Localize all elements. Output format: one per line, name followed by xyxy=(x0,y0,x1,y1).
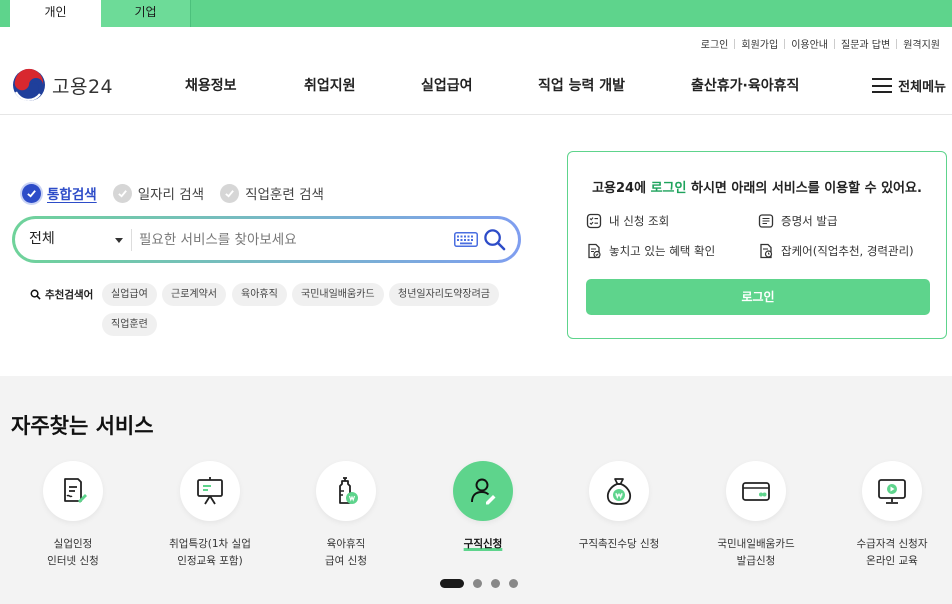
frequent-services-section: 자주찾는 서비스 실업인정 인터넷 신청 취업특강(1차 실업 인정교육 포함) xyxy=(0,376,952,604)
checklist-icon xyxy=(586,213,602,229)
feature-label: 잡케어(직업추천, 경력관리) xyxy=(781,244,914,258)
nav-parental-leave[interactable]: 출산휴가·육아휴직 xyxy=(691,75,799,95)
divider xyxy=(131,229,132,251)
signup-link[interactable]: 회원가입 xyxy=(735,36,784,51)
document-pen-icon xyxy=(64,478,87,503)
service-item[interactable]: 취업특강(1차 실업 인정교육 포함) xyxy=(140,461,280,570)
login-card: 고용24에 로그인 하시면 아래의 서비스를 이용할 수 있어요. 내 신청 조… xyxy=(567,151,947,339)
document-clock-icon xyxy=(760,243,773,259)
hamburger-icon xyxy=(872,78,893,93)
document-check-icon xyxy=(588,243,601,259)
page-dot-active[interactable] xyxy=(440,579,464,588)
check-on-icon xyxy=(22,183,41,203)
scope-training[interactable]: 직업훈련 검색 xyxy=(220,183,324,203)
search-box-inner: 전체 xyxy=(15,219,518,260)
login-link[interactable]: 로그인 xyxy=(695,36,735,51)
card-icon xyxy=(742,482,770,501)
page-dot[interactable] xyxy=(473,579,482,588)
qna-link[interactable]: 질문과 답변 xyxy=(835,36,896,51)
service-icon-circle xyxy=(43,461,103,521)
service-label: 수급자격 신청자 온라인 교육 xyxy=(856,538,928,567)
check-off-icon xyxy=(112,183,132,203)
presentation-board-icon xyxy=(197,477,223,505)
feature-label: 증명서 발급 xyxy=(781,214,838,228)
service-item-active[interactable]: 구직신청 xyxy=(413,461,553,553)
tab-business[interactable]: 기업 xyxy=(101,0,191,27)
service-icon-circle xyxy=(180,461,240,521)
baby-bottle-icon xyxy=(339,477,358,504)
feature-jobcare: 잡케어(직업추천, 경력관리) xyxy=(758,243,914,259)
service-label: 취업특강(1차 실업 인정교육 포함) xyxy=(169,538,251,567)
carousel-pagination xyxy=(440,579,527,588)
all-menu-button[interactable]: 전체메뉴 xyxy=(872,76,946,95)
header-divider xyxy=(0,114,952,115)
scope-integrated[interactable]: 통합검색 xyxy=(22,183,97,203)
search-box: 전체 xyxy=(12,216,521,263)
keyword-chip[interactable]: 직업훈련 xyxy=(102,313,157,336)
service-item[interactable]: 육아휴직 급여 신청 xyxy=(276,461,416,570)
scope-integrated-label: 통합검색 xyxy=(47,187,97,203)
login-card-title: 고용24에 로그인 하시면 아래의 서비스를 이용할 수 있어요. xyxy=(568,177,946,196)
keyword-chip[interactable]: 근로계약서 xyxy=(162,283,226,306)
guide-link[interactable]: 이용안내 xyxy=(785,36,834,51)
money-bag-icon xyxy=(606,478,632,505)
service-item[interactable]: 국민내일배움카드 발급신청 xyxy=(686,461,826,570)
feature-missed-benefits: 놓치고 있는 혜택 확인 xyxy=(586,243,715,259)
nav-employment-support[interactable]: 취업지원 xyxy=(304,75,356,95)
all-menu-label: 전체메뉴 xyxy=(898,80,946,95)
person-pen-icon xyxy=(471,478,496,505)
service-icon-circle xyxy=(453,461,513,521)
scope-training-label: 직업훈련 검색 xyxy=(245,187,324,203)
check-off-icon xyxy=(220,183,240,203)
service-label: 구직신청 xyxy=(463,538,503,550)
keyword-chip[interactable]: 육아휴직 xyxy=(232,283,287,306)
main-nav: 채용정보 취업지원 실업급여 직업 능력 개발 출산휴가·육아휴직 xyxy=(0,75,952,95)
service-item[interactable]: 구직촉진수당 신청 xyxy=(549,461,689,553)
feature-label: 놓치고 있는 혜택 확인 xyxy=(609,244,716,258)
keyword-chip[interactable]: 실업급여 xyxy=(102,283,157,306)
recommended-keywords-label: 추천검색어 xyxy=(30,287,93,302)
search-input[interactable] xyxy=(139,225,439,254)
audience-tab-bar: 개인 기업 xyxy=(0,0,952,27)
nav-unemployment-benefit[interactable]: 실업급여 xyxy=(421,75,473,95)
keyboard-icon[interactable] xyxy=(454,232,478,247)
tab-personal[interactable]: 개인 xyxy=(10,0,101,27)
service-icon-circle xyxy=(862,461,922,521)
service-item[interactable]: 수급자격 신청자 온라인 교육 xyxy=(822,461,952,570)
title-highlight: 로그인 xyxy=(650,181,687,196)
service-item[interactable]: 실업인정 인터넷 신청 xyxy=(3,461,143,570)
keyword-chip[interactable]: 국민내일배움카드 xyxy=(292,283,384,306)
certificate-icon xyxy=(758,214,774,228)
login-button[interactable]: 로그인 xyxy=(586,279,930,315)
page-dot[interactable] xyxy=(509,579,518,588)
nav-job-info[interactable]: 채용정보 xyxy=(185,75,237,95)
recommended-label-text: 추천검색어 xyxy=(45,289,94,301)
service-label: 실업인정 인터넷 신청 xyxy=(47,538,99,567)
feature-my-applications: 내 신청 조회 xyxy=(586,213,669,229)
caret-down-icon[interactable] xyxy=(115,238,123,243)
keyword-chip[interactable]: 청년일자리도약장려금 xyxy=(389,283,499,306)
monitor-play-icon xyxy=(878,479,906,504)
remote-support-link[interactable]: 원격지원 xyxy=(897,36,946,51)
service-label: 육아휴직 급여 신청 xyxy=(325,538,367,567)
title-suffix: 하시면 아래의 서비스를 이용할 수 있어요. xyxy=(691,181,922,196)
service-label: 국민내일배움카드 발급신청 xyxy=(717,538,795,567)
search-scope-options: 통합검색 일자리 검색 직업훈련 검색 xyxy=(22,183,340,203)
utility-links: 로그인 회원가입 이용안내 질문과 답변 원격지원 xyxy=(695,36,946,51)
service-label: 구직촉진수당 신청 xyxy=(578,538,660,550)
search-small-icon xyxy=(30,289,41,300)
scope-jobs-label: 일자리 검색 xyxy=(137,187,205,203)
service-icon-circle xyxy=(726,461,786,521)
scope-jobs[interactable]: 일자리 검색 xyxy=(112,183,205,203)
page-dot[interactable] xyxy=(491,579,500,588)
category-select[interactable]: 전체 xyxy=(29,219,129,260)
feature-label: 내 신청 조회 xyxy=(609,214,670,228)
section-title: 자주찾는 서비스 xyxy=(11,414,154,438)
service-icon-circle xyxy=(316,461,376,521)
nav-vocational-training[interactable]: 직업 능력 개발 xyxy=(538,75,625,95)
search-icon[interactable] xyxy=(483,228,506,251)
title-prefix: 고용24에 xyxy=(592,181,647,196)
service-icon-circle xyxy=(589,461,649,521)
feature-certificates: 증명서 발급 xyxy=(758,213,838,229)
